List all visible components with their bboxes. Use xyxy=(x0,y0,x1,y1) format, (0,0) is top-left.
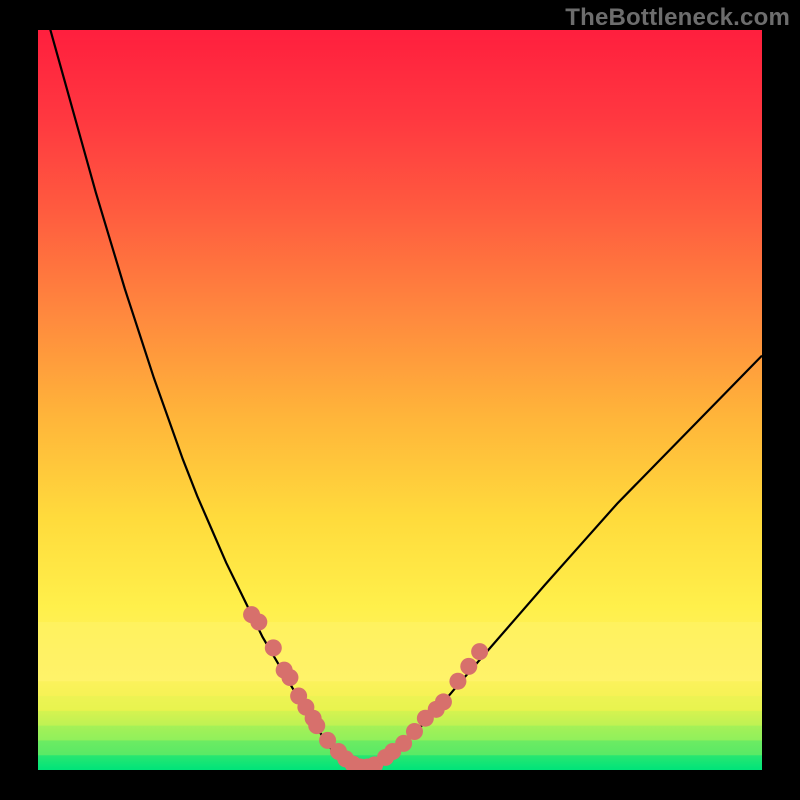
watermark-text: TheBottleneck.com xyxy=(565,4,790,32)
marker-point xyxy=(435,693,452,710)
marker-point xyxy=(308,717,325,734)
marker-point xyxy=(281,669,298,686)
bottleneck-chart xyxy=(38,30,762,770)
chart-frame: TheBottleneck.com xyxy=(0,0,800,800)
marker-point xyxy=(250,614,267,631)
marker-point xyxy=(460,658,477,675)
plot-area xyxy=(38,30,762,770)
marker-point xyxy=(406,723,423,740)
marker-point xyxy=(265,639,282,656)
marker-point xyxy=(449,673,466,690)
marker-point xyxy=(471,643,488,660)
